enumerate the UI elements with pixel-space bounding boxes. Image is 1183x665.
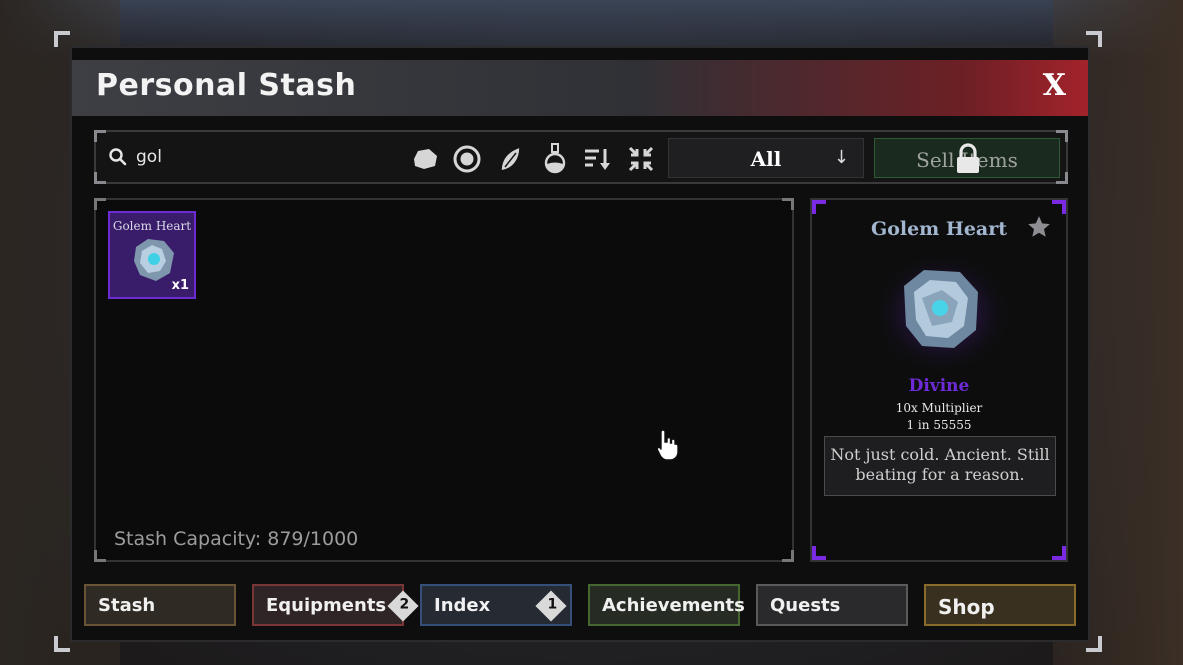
stash-window: Personal Stash X gol All ↓ Sell Items Go… xyxy=(70,46,1090,642)
notification-badge: 1 xyxy=(535,590,567,622)
badge-count: 2 xyxy=(399,596,410,613)
sort-icon[interactable] xyxy=(582,144,612,174)
item-quantity: x1 xyxy=(171,278,189,293)
item-multiplier: 10x Multiplier xyxy=(895,401,983,415)
grid-bracket xyxy=(94,198,106,210)
item-odds: 1 in 55555 xyxy=(906,418,972,432)
grid-bracket xyxy=(782,550,794,562)
tab-shop[interactable]: Shop xyxy=(924,584,1076,626)
sell-items-button[interactable]: Sell Items xyxy=(874,138,1060,178)
search-icon xyxy=(109,148,127,166)
detail-corner xyxy=(812,546,826,560)
stash-item-slot[interactable]: Golem Heart x1 xyxy=(108,211,196,299)
ore-icon[interactable] xyxy=(410,144,440,174)
chevron-down-icon: ↓ xyxy=(833,147,849,168)
tab-quests[interactable]: Quests xyxy=(756,584,908,626)
item-description: Not just cold. Ancient. Still beating fo… xyxy=(824,436,1056,496)
toolbar: All ↓ Sell Items xyxy=(94,130,1068,184)
detail-corner xyxy=(1052,200,1066,214)
golem-heart-large-icon xyxy=(872,251,1012,375)
toolbar-bracket xyxy=(94,172,106,184)
detail-corner xyxy=(812,200,826,214)
hand-cursor-icon xyxy=(656,429,679,461)
frame-corner-bottom-left xyxy=(54,636,70,652)
tab-label: Quests xyxy=(770,595,841,616)
search-box[interactable] xyxy=(108,140,398,174)
frame-corner-top-right xyxy=(1086,31,1102,47)
grid-bracket xyxy=(94,550,106,562)
tab-label: Achievements xyxy=(602,595,745,616)
toolbar-bracket xyxy=(94,130,106,142)
grid-bracket xyxy=(782,198,794,210)
tab-label: Equipments xyxy=(266,595,387,616)
tab-stash[interactable]: Stash xyxy=(84,584,236,626)
tab-label: Stash xyxy=(98,595,156,616)
collapse-icon[interactable] xyxy=(626,144,656,174)
close-button[interactable]: X xyxy=(1043,68,1066,103)
item-rarity: Divine xyxy=(908,376,970,396)
notification-badge: 2 xyxy=(387,590,419,622)
detail-corner xyxy=(1052,546,1066,560)
title-bar: Personal Stash X xyxy=(72,60,1088,116)
tab-achievements[interactable]: Achievements xyxy=(588,584,745,626)
item-name: Golem Heart xyxy=(112,219,192,233)
stash-grid: Golem Heart x1 Stash Capacity: 879/1000 xyxy=(94,198,794,562)
leaf-icon[interactable] xyxy=(496,144,526,174)
lock-icon xyxy=(957,143,979,173)
frame-corner-top-left xyxy=(54,31,70,47)
tab-equipments[interactable]: Equipments 2 xyxy=(252,584,419,626)
window-title: Personal Stash xyxy=(96,68,357,103)
potion-icon[interactable] xyxy=(540,143,570,174)
tab-label: Index xyxy=(434,595,491,616)
tab-index[interactable]: Index 1 xyxy=(420,584,572,626)
badge-count: 1 xyxy=(547,596,558,613)
stash-capacity: Stash Capacity: 879/1000 xyxy=(114,528,359,550)
tab-label: Shop xyxy=(938,595,995,619)
item-detail-panel: Golem Heart Divine 10x Multiplier 1 in 5… xyxy=(810,198,1068,562)
search-input[interactable] xyxy=(136,147,376,167)
coin-icon[interactable] xyxy=(452,144,482,174)
favorite-star-icon[interactable] xyxy=(1026,214,1052,240)
rarity-filter-dropdown[interactable]: All ↓ xyxy=(668,138,864,178)
